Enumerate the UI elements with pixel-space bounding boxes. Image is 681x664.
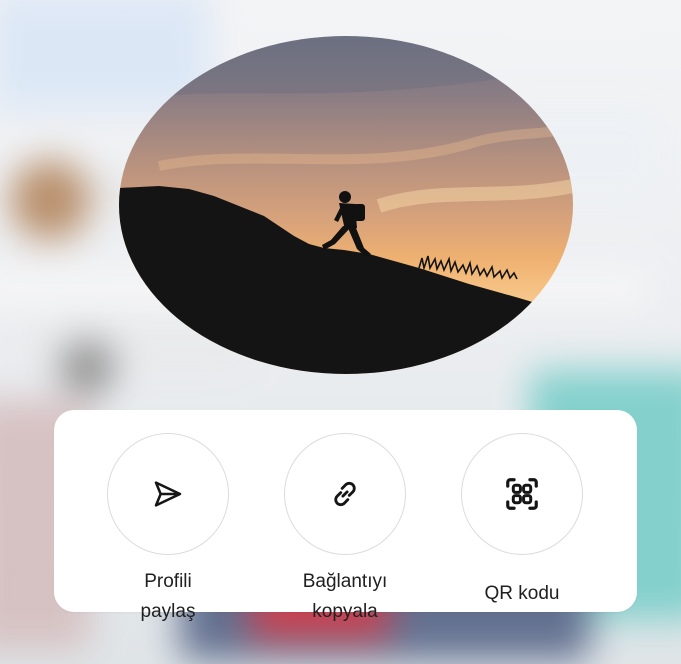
qr-code-icon (506, 478, 538, 510)
copy-link-button[interactable]: Bağlantıyı kopyala (275, 433, 415, 627)
qr-code-button[interactable]: QR kodu (452, 433, 592, 609)
blurred-avatar (10, 160, 90, 240)
qr-code-icon-circle[interactable] (461, 433, 583, 555)
share-profile-button[interactable]: Profili paylaş (98, 433, 238, 627)
blurred-highlight (60, 340, 115, 395)
screen: Profili paylaş Bağlantıyı kopyala QR kod… (0, 0, 681, 664)
hiker-silhouette-image (119, 36, 573, 374)
send-icon (154, 481, 182, 507)
share-profile-label: Profili paylaş (140, 571, 196, 622)
qr-code-label: QR kodu (484, 583, 560, 604)
share-sheet: Profili paylaş Bağlantıyı kopyala QR kod… (54, 410, 637, 622)
share-profile-icon-circle[interactable] (107, 433, 229, 555)
copy-link-icon-circle[interactable] (284, 433, 406, 555)
profile-photo (119, 36, 573, 374)
link-icon (334, 481, 356, 507)
copy-link-label: Bağlantıyı kopyala (302, 571, 388, 622)
